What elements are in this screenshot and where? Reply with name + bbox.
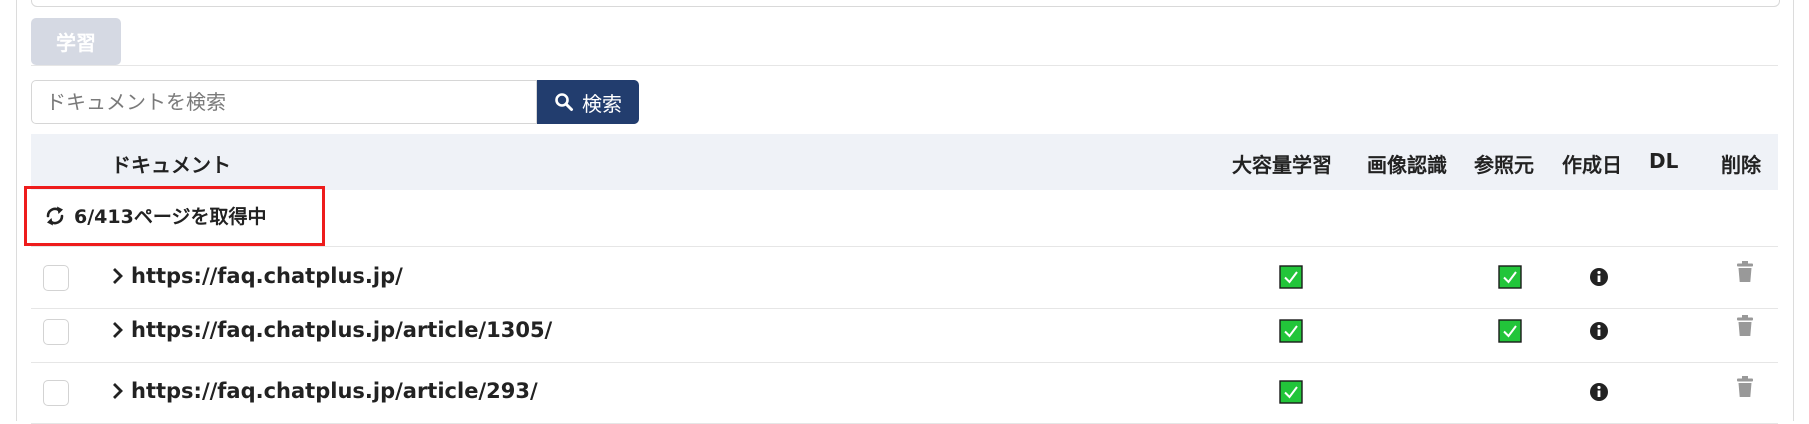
header-reference: 参照元 — [1474, 153, 1534, 177]
large-volume-check-icon[interactable] — [1279, 319, 1303, 343]
document-url-text: https://faq.chatplus.jp/article/1305/ — [131, 318, 553, 342]
fetch-status-text: 6/413ページを取得中 — [74, 206, 267, 228]
search-icon — [555, 93, 573, 111]
document-url[interactable]: https://faq.chatplus.jp/ — [111, 264, 403, 288]
header-delete: 削除 — [1721, 153, 1761, 177]
row-checkbox[interactable] — [43, 265, 69, 291]
header-dl: DL — [1649, 149, 1679, 173]
trash-icon[interactable] — [1735, 375, 1755, 399]
search-button[interactable]: 検索 — [537, 80, 639, 124]
chevron-right-icon[interactable] — [111, 267, 125, 285]
divider — [31, 65, 1778, 66]
search-input[interactable] — [31, 80, 537, 124]
info-icon[interactable] — [1589, 382, 1609, 402]
table-row: https://faq.chatplus.jp/article/293/ — [31, 362, 1778, 424]
search-button-label: 検索 — [582, 91, 622, 116]
chevron-right-icon[interactable] — [111, 382, 125, 400]
header-created: 作成日 — [1562, 153, 1622, 177]
info-icon[interactable] — [1589, 267, 1609, 287]
large-volume-check-icon[interactable] — [1279, 380, 1303, 404]
sync-icon — [46, 206, 64, 225]
document-page: 学習 検索 ドキュメント 大容量学習 画像認識 参照元 作成日 DL 削除 6/… — [0, 0, 1809, 424]
panel-border-right — [1793, 0, 1794, 421]
header-large-volume: 大容量学習 — [1232, 153, 1332, 177]
document-url-text: https://faq.chatplus.jp/article/293/ — [131, 379, 538, 403]
document-url[interactable]: https://faq.chatplus.jp/article/293/ — [111, 379, 538, 403]
reference-check-icon[interactable] — [1498, 319, 1522, 343]
learn-button[interactable]: 学習 — [31, 18, 121, 65]
header-image-recognition: 画像認識 — [1367, 153, 1447, 177]
document-url[interactable]: https://faq.chatplus.jp/article/1305/ — [111, 318, 552, 342]
fetch-status: 6/413ページを取得中 — [44, 202, 266, 229]
top-card — [31, 0, 1780, 7]
reference-check-icon[interactable] — [1498, 265, 1522, 289]
table-row: https://faq.chatplus.jp/ — [31, 247, 1778, 309]
header-document: ドキュメント — [111, 153, 231, 177]
trash-icon[interactable] — [1735, 314, 1755, 338]
document-url-text: https://faq.chatplus.jp/ — [131, 264, 403, 288]
large-volume-check-icon[interactable] — [1279, 265, 1303, 289]
row-checkbox[interactable] — [43, 380, 69, 406]
panel-border-left — [16, 0, 17, 421]
trash-icon[interactable] — [1735, 260, 1755, 284]
chevron-right-icon[interactable] — [111, 321, 125, 339]
table-row: https://faq.chatplus.jp/article/1305/ — [31, 301, 1778, 363]
table-header: ドキュメント 大容量学習 画像認識 参照元 作成日 DL 削除 — [31, 134, 1778, 190]
row-checkbox[interactable] — [43, 319, 69, 345]
info-icon[interactable] — [1589, 321, 1609, 341]
